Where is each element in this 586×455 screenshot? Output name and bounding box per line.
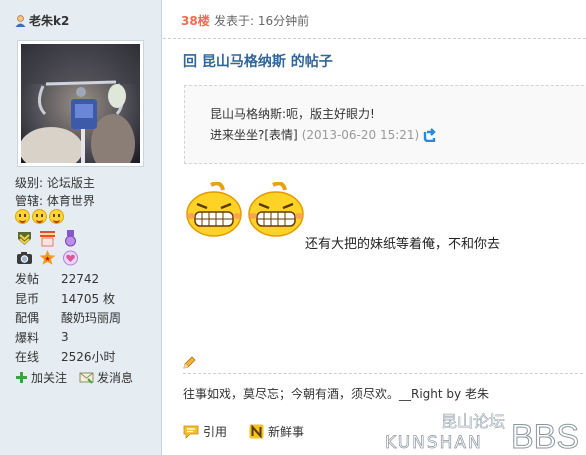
quote-bubble-icon [183,425,199,439]
user-managed-board[interactable]: 管辖: 体育世界 [15,192,95,209]
stat-value[interactable]: 酸奶玛丽周 [61,308,121,328]
smiley-rank-icon [32,209,47,224]
smiley-rank-icon [15,209,30,224]
post-body: 还有大把的妹纸等着俺，不和你去 [305,237,501,252]
watermark-cn: 昆山论坛 [441,412,505,431]
quote-footer: 进来坐坐?[表情] (2013-06-20 15:21) [210,126,437,143]
quote-button[interactable]: 引用 [183,423,227,440]
post-content: 38楼 发表于: 16分钟前 回 昆山马格纳斯 的帖子 昆山马格纳斯:呃，版主好… [163,0,586,455]
envelope-icon [79,372,94,384]
user-actions: 加关注 发消息 [15,369,133,386]
grin-emoticon-icon [186,182,242,237]
stat-label: 在线 [15,350,40,365]
stat-label: 配偶 [15,311,40,326]
watermark-bbs: BBS [511,418,579,454]
post-title: 回 昆山马格纳斯 的帖子 [183,54,333,70]
user-sidebar: 老朱k2 级别: 论坛版主 管辖: 体育世界 ★ 发帖 22742 昆币 147… [0,0,162,455]
user-icon [15,14,26,27]
post-time: 发表于: 16分钟前 [214,14,310,28]
stat-row: 爆料 3 [15,328,121,348]
rank-icons [15,209,64,224]
quote-block: 昆山马格纳斯:呃，版主好眼力! 进来坐坐?[表情] (2013-06-20 15… [184,85,586,164]
stat-row: 在线 2526小时 [15,347,121,367]
watermark-en: KUNSHAN [385,433,483,453]
avatar[interactable] [17,40,144,167]
floor-number[interactable]: 38楼 [181,12,210,29]
stat-value: 22742 [61,271,100,286]
smiley-rank-icon [49,209,64,224]
stat-label: 昆币 [15,291,40,306]
add-follow-button[interactable]: 加关注 [15,369,67,386]
ribbon-medal-icon[interactable] [38,230,57,247]
user-stats: 发帖 22742 昆币 14705 枚 配偶 酸奶玛丽周 爆料 3 在线 2526小时 [15,269,121,367]
grin-emoticon-icon [248,182,304,237]
quote-text: 昆山马格纳斯:呃，版主好眼力! [210,107,375,121]
post-header: 38楼 发表于: 16分钟前 [163,0,586,39]
new-badge-icon [249,424,264,439]
stat-value: 2526小时 [61,350,116,365]
kunshan-bbs-watermark: 昆山论坛 KUNSHAN BBS [385,412,580,454]
stat-row: 发帖 22742 [15,269,121,289]
chevron-medal-icon[interactable] [15,230,34,247]
plus-icon [16,372,27,383]
stat-label: 爆料 [15,330,40,345]
username[interactable]: 老朱k2 [15,12,69,29]
fresh-news-button[interactable]: 新鲜事 [249,423,304,440]
send-message-button[interactable]: 发消息 [79,369,133,386]
stat-label: 发帖 [15,272,40,287]
jump-to-post-icon[interactable] [423,127,437,142]
signature-divider [183,373,583,374]
quote-date: (2013-06-20 15:21) [301,127,420,142]
stat-value: 3 [61,330,69,345]
avatar-image [21,44,140,163]
quote-text-2: 进来坐坐?[表情] [210,128,298,142]
medal-list: ★ [15,230,85,266]
pencil-icon [183,356,196,369]
stat-value: 14705 枚 [61,291,115,306]
stat-row: 昆币 14705 枚 [15,289,121,309]
camera-medal-icon[interactable] [15,249,34,266]
heart-medal-icon[interactable] [61,249,80,266]
svg-text:★: ★ [44,255,50,263]
user-level: 级别: 论坛版主 [15,176,95,190]
purple-medal-icon[interactable] [61,230,80,247]
star-medal-icon[interactable]: ★ [38,249,57,266]
signature: 往事如戏，莫尽忘；今朝有酒，须尽欢。__Right by 老朱 [183,387,489,401]
stat-row: 配偶 酸奶玛丽周 [15,308,121,328]
post-actions: 引用 新鲜事 [183,423,304,440]
